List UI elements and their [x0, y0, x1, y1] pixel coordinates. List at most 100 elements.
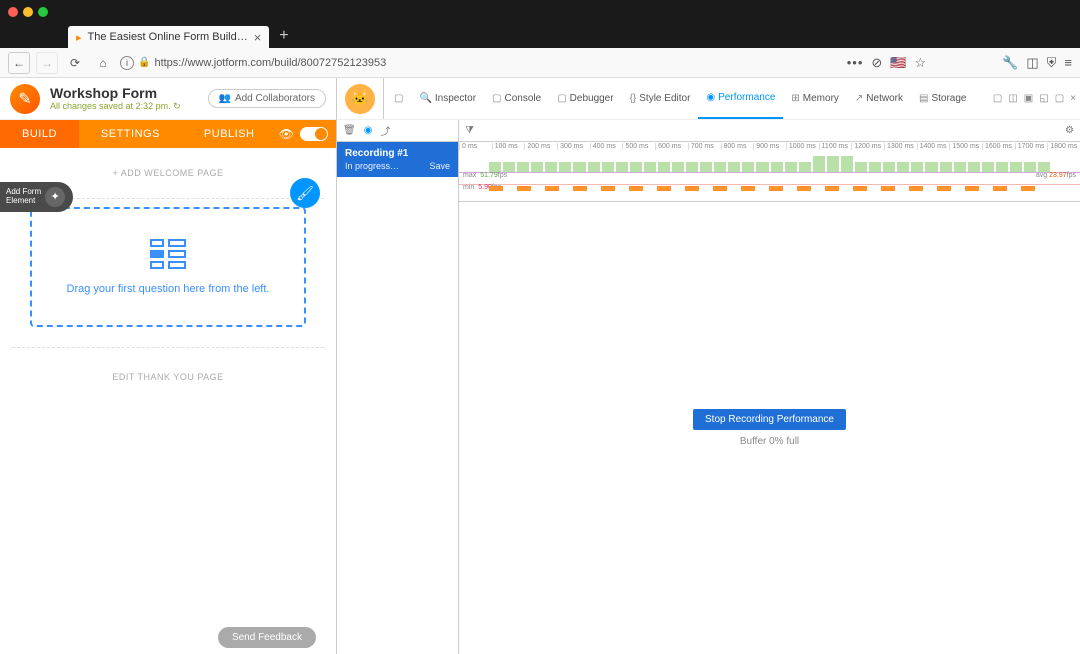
- plus-icon: ✦: [45, 187, 65, 207]
- devtools-tab-storage[interactable]: ▤Storage: [911, 78, 974, 119]
- timeline-tick: 200 ms: [524, 143, 557, 150]
- browser-toolbar: ← → ⟳ ⌂ i 🔒 https://www.jotform.com/buil…: [0, 48, 1080, 78]
- add-collaborators-button[interactable]: 👥 Add Collaborators: [208, 89, 327, 108]
- clear-recordings-icon[interactable]: 🗑: [343, 125, 356, 136]
- close-devtools-icon[interactable]: ×: [1070, 93, 1076, 104]
- timeline-tick: 900 ms: [753, 143, 786, 150]
- jotform-logo: ✎: [10, 84, 40, 114]
- buffer-status: Buffer 0% full: [740, 436, 799, 447]
- edit-thank-you-link[interactable]: EDIT THANK YOU PAGE: [0, 372, 336, 382]
- devtools-tab-debugger[interactable]: ▢Debugger: [549, 78, 621, 119]
- menu-icon[interactable]: ≡: [1064, 55, 1072, 70]
- paint-roller-icon: 🖌: [296, 185, 314, 202]
- form-title[interactable]: Workshop Form: [50, 85, 198, 101]
- timeline-tick: 500 ms: [622, 143, 655, 150]
- recording-save-link[interactable]: Save: [429, 161, 450, 171]
- jotform-tabs: BUILD SETTINGS PUBLISH 👁: [0, 120, 336, 148]
- responsive-mode-icon[interactable]: ▢: [993, 93, 1002, 104]
- dock-bottom-icon[interactable]: ▣: [1024, 93, 1033, 104]
- recording-item[interactable]: Recording #1 In progress… Save: [337, 142, 458, 177]
- drop-zone-icon: [150, 239, 186, 269]
- toolbox-options-icon[interactable]: ▢: [1055, 93, 1064, 104]
- close-window-button[interactable]: [8, 7, 18, 17]
- flag-icon: 🇺🇸: [890, 55, 906, 71]
- add-welcome-page-link[interactable]: + ADD WELCOME PAGE: [0, 168, 336, 178]
- timeline-overview[interactable]: 0 ms100 ms200 ms300 ms400 ms500 ms600 ms…: [459, 142, 1080, 202]
- sidebar-icon[interactable]: ◫: [1026, 55, 1038, 71]
- address-bar[interactable]: i 🔒 https://www.jotform.com/build/800727…: [120, 56, 741, 70]
- devtools-tab-performance[interactable]: ◉Performance: [698, 78, 783, 119]
- page-actions-icon[interactable]: •••: [847, 55, 864, 70]
- add-form-element-button[interactable]: Add FormElement ✦: [0, 182, 73, 212]
- eye-icon: 👁: [279, 127, 294, 141]
- timeline-tick: 300 ms: [557, 143, 590, 150]
- maximize-window-button[interactable]: [38, 7, 48, 17]
- people-icon: 👥: [219, 93, 231, 104]
- back-button[interactable]: ←: [8, 52, 30, 74]
- shield-icon[interactable]: ⛨: [1047, 55, 1057, 71]
- lock-icon: 🔒: [138, 57, 150, 68]
- timeline-tick: 400 ms: [590, 143, 623, 150]
- save-status: All changes saved at 2:32 pm. ↻: [50, 101, 198, 112]
- devtools-tab-network[interactable]: ↗Network: [847, 78, 911, 119]
- url-text: https://www.jotform.com/build/8007275212…: [154, 57, 386, 69]
- devtools-tab-style-editor[interactable]: {}Style Editor: [622, 78, 699, 119]
- browser-tab-strip: ▸ The Easiest Online Form Build… × +: [0, 24, 1080, 48]
- question-drop-zone[interactable]: Drag your first question here from the l…: [30, 207, 306, 327]
- jotform-header: ✎ Workshop Form All changes saved at 2:3…: [0, 78, 336, 120]
- reload-button[interactable]: ⟳: [64, 52, 86, 74]
- form-canvas: Add FormElement ✦ 🖌 + ADD WELCOME PAGE: [0, 148, 336, 654]
- recording-title: Recording #1: [345, 148, 450, 159]
- browser-tab[interactable]: ▸ The Easiest Online Form Build… ×: [68, 26, 269, 48]
- page-topbar: 🐱 ▢ 🔍Inspector ▢Console ▢Debugger {}Styl…: [337, 78, 1080, 120]
- timeline-tick: 800 ms: [721, 143, 754, 150]
- minimize-window-button[interactable]: [23, 7, 33, 17]
- toggle-switch[interactable]: [300, 127, 328, 141]
- devtools-tab-console[interactable]: ▢Console: [484, 78, 549, 119]
- site-info-icon[interactable]: i: [120, 56, 134, 70]
- pocket-icon[interactable]: ⊘: [871, 55, 882, 71]
- timeline-tick: 1700 ms: [1015, 143, 1048, 150]
- dock-side-icon[interactable]: ◫: [1008, 93, 1017, 104]
- drop-zone-text: Drag your first question here from the l…: [67, 283, 270, 295]
- preview-toggle[interactable]: 👁: [279, 127, 336, 141]
- timeline-tick: 0 ms: [459, 143, 492, 150]
- window-titlebar: [0, 0, 1080, 24]
- timeline-tick: 1300 ms: [884, 143, 917, 150]
- close-tab-icon[interactable]: ×: [254, 30, 262, 45]
- filter-icon[interactable]: ⧩: [465, 125, 474, 136]
- home-button[interactable]: ⌂: [92, 52, 114, 74]
- tab-publish[interactable]: PUBLISH: [182, 120, 277, 148]
- tab-settings[interactable]: SETTINGS: [79, 120, 182, 148]
- timeline-tick: 1100 ms: [819, 143, 852, 150]
- new-tab-button[interactable]: +: [279, 27, 288, 45]
- user-avatar[interactable]: 🐱: [345, 84, 375, 114]
- timeline-tick: 1500 ms: [949, 143, 982, 150]
- devtools-tab-memory[interactable]: ⊞Memory: [783, 78, 847, 119]
- settings-gear-icon[interactable]: ⚙: [1065, 125, 1074, 136]
- timeline-tick: 100 ms: [492, 143, 525, 150]
- forward-button[interactable]: →: [36, 52, 58, 74]
- timeline-tick: 1400 ms: [917, 143, 950, 150]
- tab-favicon: ▸: [76, 31, 82, 44]
- jotform-panel: ✎ Workshop Form All changes saved at 2:3…: [0, 78, 336, 654]
- stop-recording-button[interactable]: Stop Recording Performance: [693, 409, 846, 430]
- import-recording-icon[interactable]: ⤴: [380, 123, 390, 138]
- start-recording-icon[interactable]: ◉: [364, 125, 373, 136]
- devtools-icon[interactable]: 🔧: [1002, 55, 1018, 71]
- timeline-tick: 700 ms: [688, 143, 721, 150]
- form-designer-button[interactable]: 🖌: [290, 178, 320, 208]
- timeline-tick: 1600 ms: [982, 143, 1015, 150]
- tab-build[interactable]: BUILD: [0, 120, 79, 148]
- separate-window-icon[interactable]: ◱: [1039, 93, 1048, 104]
- tab-title: The Easiest Online Form Build…: [88, 31, 248, 43]
- devtools-tab-inspector[interactable]: 🔍Inspector: [411, 78, 484, 119]
- iframe-picker-icon[interactable]: ▢: [386, 78, 411, 119]
- recording-status: In progress…: [345, 161, 399, 171]
- recordings-sidebar: 🗑 ◉ ⤴ Recording #1 In progress… Save: [337, 120, 459, 654]
- timeline-tick: 1000 ms: [786, 143, 819, 150]
- timeline-tick: 600 ms: [655, 143, 688, 150]
- devtools-panel: 🐱 ▢ 🔍Inspector ▢Console ▢Debugger {}Styl…: [336, 78, 1080, 654]
- bookmark-icon[interactable]: ☆: [915, 55, 927, 71]
- send-feedback-button[interactable]: Send Feedback: [218, 627, 316, 648]
